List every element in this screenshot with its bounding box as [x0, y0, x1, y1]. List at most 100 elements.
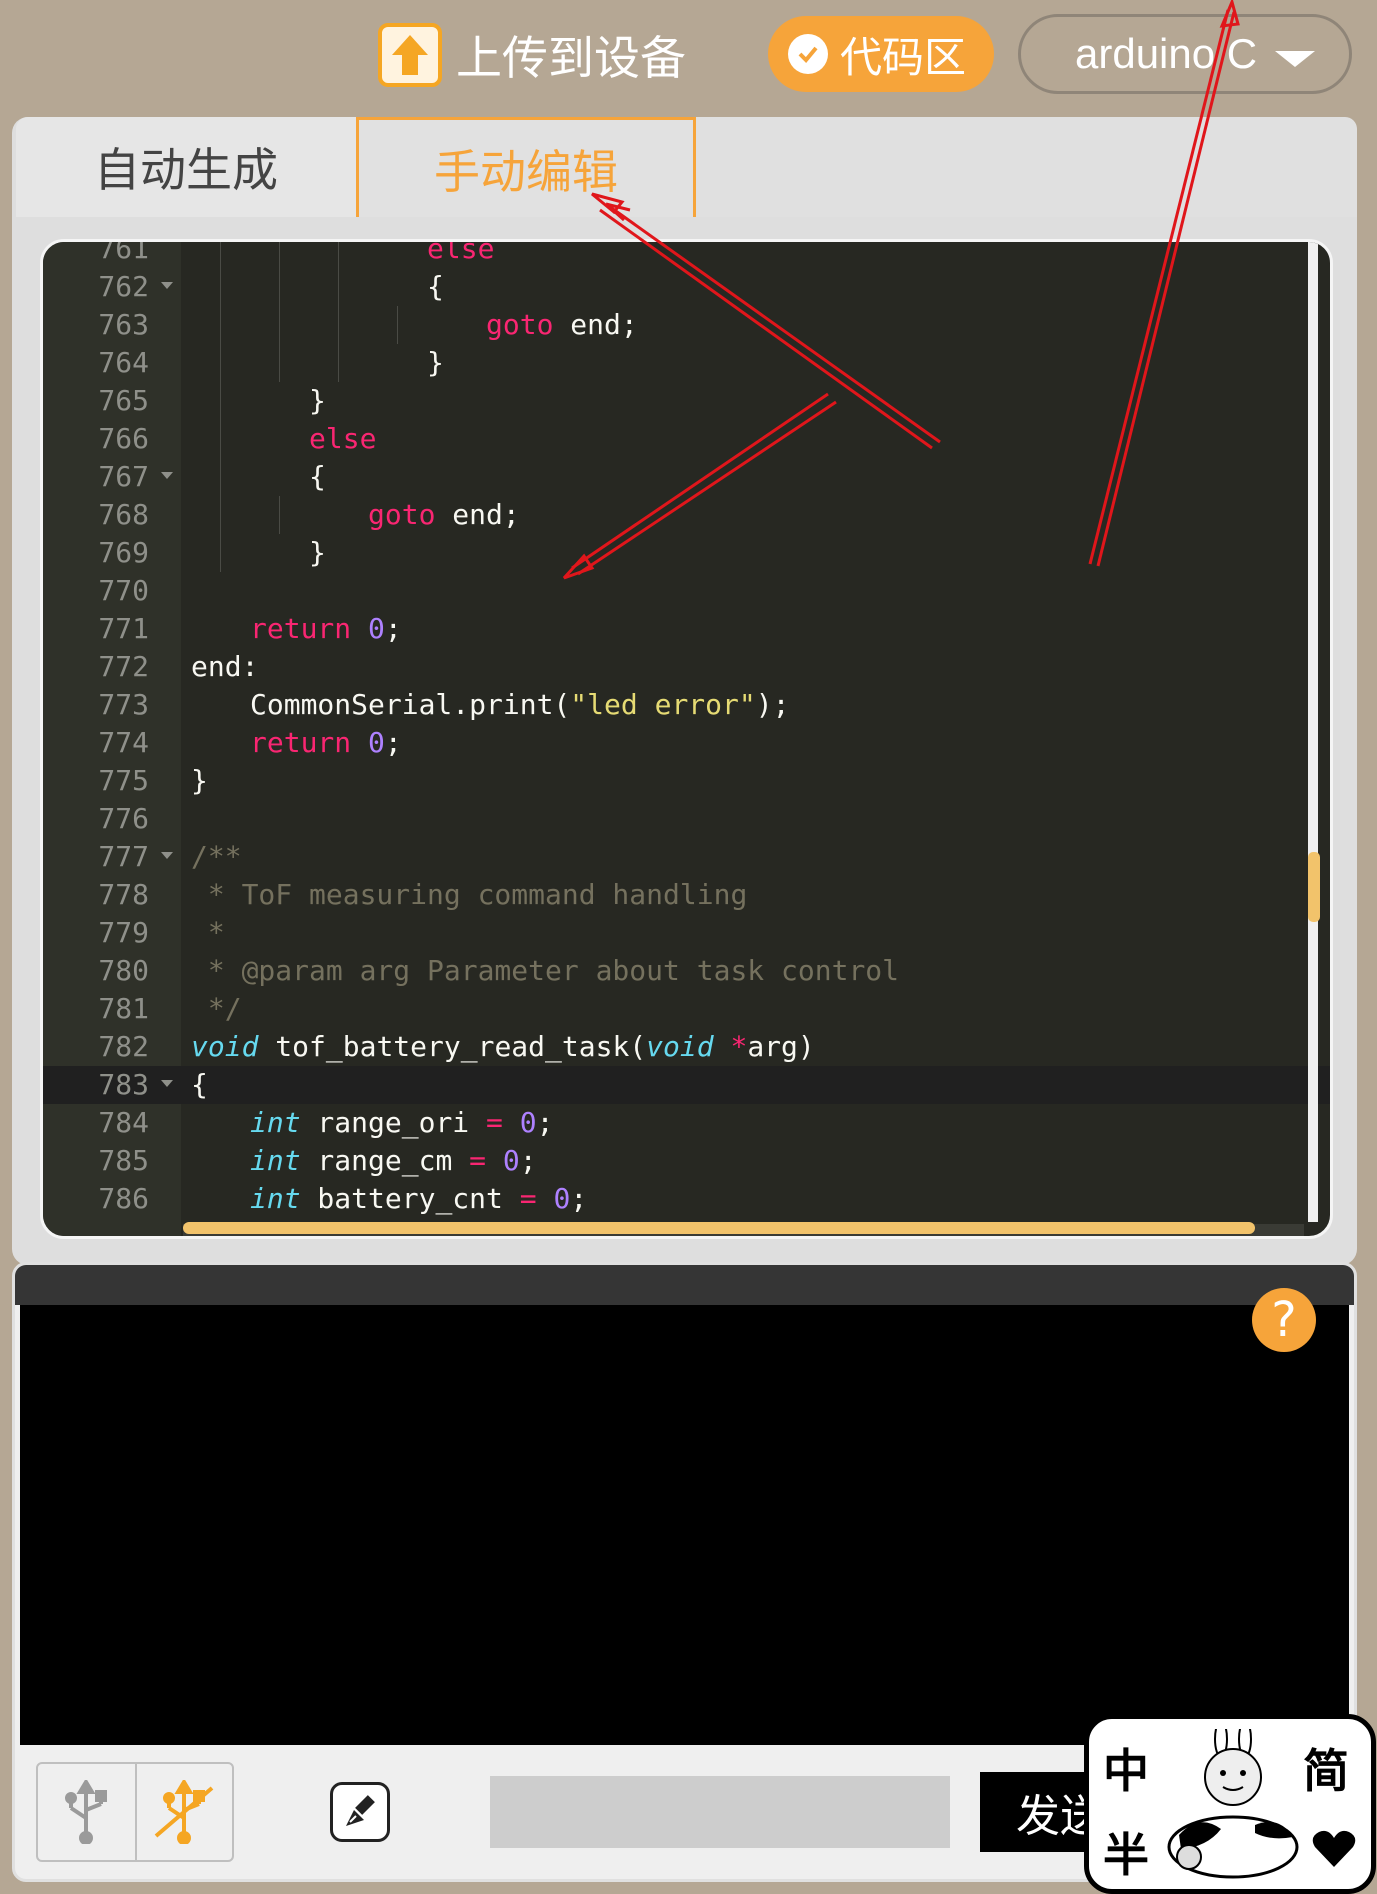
- help-button[interactable]: ?: [1252, 1288, 1316, 1352]
- code-line[interactable]: 776: [43, 800, 1330, 838]
- code-token: CommonSerial.print(: [250, 688, 571, 721]
- vertical-scrollbar-track[interactable]: [1308, 242, 1318, 1222]
- line-code: else: [427, 242, 494, 268]
- language-select[interactable]: arduino C: [1018, 14, 1352, 94]
- code-line[interactable]: 777 /**: [43, 838, 1330, 876]
- fold-toggle-icon[interactable]: [161, 852, 173, 859]
- line-code: *: [191, 914, 225, 952]
- line-number: 765: [98, 384, 149, 417]
- code-token: }: [309, 536, 326, 569]
- vertical-scrollbar-thumb[interactable]: [1308, 852, 1320, 922]
- tab-manual-edit[interactable]: 手动编辑: [356, 117, 696, 217]
- line-number: 776: [98, 802, 149, 835]
- code-token: void: [646, 1030, 714, 1063]
- line-code: goto end;: [368, 496, 520, 534]
- horizontal-scrollbar-thumb[interactable]: [183, 1222, 1255, 1234]
- code-token: range_cm: [300, 1144, 470, 1177]
- indent-guide: [220, 344, 221, 382]
- usb-connect-button[interactable]: [38, 1764, 135, 1860]
- code-lines: 761 else 762{763 goto end; 764} 765} 766 else 76…: [43, 239, 1330, 1218]
- code-line[interactable]: 778 * ToF measuring command handling: [43, 876, 1330, 914]
- ime-mode-chinese[interactable]: 中: [1103, 1735, 1149, 1801]
- code-line[interactable]: 780 * @param arg Parameter about task co…: [43, 952, 1330, 990]
- code-token: range_ori: [300, 1106, 487, 1139]
- line-number: 771: [98, 612, 149, 645]
- line-code: }: [309, 534, 326, 572]
- indent-guide: [279, 496, 280, 534]
- code-line[interactable]: 783 {: [43, 1066, 1330, 1104]
- code-token: ;: [570, 1182, 588, 1215]
- connection-toggle: [36, 1762, 234, 1862]
- code-line[interactable]: 774 return 0;: [43, 724, 1330, 762]
- code-token: =: [486, 1106, 503, 1139]
- usb-icon: [65, 1780, 108, 1844]
- check-icon: [788, 34, 828, 74]
- code-line[interactable]: 764}: [43, 344, 1330, 382]
- indent-guide: [220, 382, 221, 420]
- indent-guide: [220, 496, 221, 534]
- fold-toggle-icon[interactable]: [161, 282, 173, 289]
- ime-half-width[interactable]: 半: [1103, 1819, 1149, 1885]
- tab-bar-filler: [696, 117, 1357, 217]
- code-token: void: [191, 1030, 259, 1063]
- code-token: *: [191, 916, 225, 949]
- code-line[interactable]: 762 {: [43, 268, 1330, 306]
- code-line[interactable]: 769}: [43, 534, 1330, 572]
- line-number: 766: [98, 422, 149, 455]
- line-code: {: [309, 458, 326, 496]
- code-line[interactable]: 782 void tof_battery_read_task(void *arg): [43, 1028, 1330, 1066]
- console-header: [15, 1265, 1354, 1305]
- heart-icon[interactable]: [1311, 1829, 1357, 1869]
- code-line[interactable]: 763 goto end;: [43, 306, 1330, 344]
- code-line[interactable]: 761 else: [43, 239, 1330, 268]
- clear-console-button[interactable]: [330, 1782, 390, 1842]
- code-line[interactable]: 770: [43, 572, 1330, 610]
- code-line[interactable]: 781 */: [43, 990, 1330, 1028]
- upload-to-device-button[interactable]: 上传到设备: [378, 22, 686, 88]
- code-line[interactable]: 768 goto end;: [43, 496, 1330, 534]
- code-token: *: [730, 1030, 748, 1063]
- code-editor[interactable]: 761 else 762{763 goto end; 764} 765} 766 else 76…: [40, 239, 1333, 1239]
- line-number: 785: [98, 1144, 149, 1177]
- line-code: }: [427, 344, 444, 382]
- code-line[interactable]: 767 {: [43, 458, 1330, 496]
- code-line[interactable]: 765}: [43, 382, 1330, 420]
- line-number: 767: [98, 460, 149, 493]
- line-number: 763: [98, 308, 149, 341]
- line-number: 761: [98, 239, 149, 265]
- code-token: {: [191, 1068, 208, 1101]
- indent-guide: [338, 268, 339, 306]
- code-token: ;: [384, 612, 402, 645]
- line-number: 783: [98, 1068, 149, 1101]
- ime-toolbar-sticker[interactable]: 中 简 半: [1084, 1714, 1376, 1894]
- code-line[interactable]: 786 int battery_cnt = 0;: [43, 1180, 1330, 1218]
- line-code: */: [191, 990, 242, 1028]
- code-line[interactable]: 773 CommonSerial.print("led error");: [43, 686, 1330, 724]
- usb-disconnected-icon: [155, 1780, 214, 1844]
- code-line[interactable]: 779 *: [43, 914, 1330, 952]
- fold-toggle-icon[interactable]: [161, 1080, 173, 1087]
- code-area-toggle[interactable]: 代码区: [768, 16, 994, 92]
- line-code: int range_cm = 0;: [250, 1142, 537, 1180]
- line-number: 777: [98, 840, 149, 873]
- code-line[interactable]: 766 else: [43, 420, 1330, 458]
- code-line[interactable]: 771 return 0;: [43, 610, 1330, 648]
- ime-simplified[interactable]: 简: [1303, 1735, 1349, 1801]
- fold-toggle-icon[interactable]: [161, 472, 173, 479]
- code-line[interactable]: 784 int range_ori = 0;: [43, 1104, 1330, 1142]
- code-line[interactable]: 785 int range_cm = 0;: [43, 1142, 1330, 1180]
- code-token: return: [250, 726, 352, 759]
- usb-disconnect-button[interactable]: [134, 1764, 232, 1860]
- code-token: );: [755, 688, 790, 721]
- line-code: end:: [191, 648, 258, 686]
- upload-arrow-icon: [378, 23, 442, 87]
- code-token: ;: [384, 726, 402, 759]
- code-line[interactable]: 775}: [43, 762, 1330, 800]
- line-number: 781: [98, 992, 149, 1025]
- code-line[interactable]: 772 end:: [43, 648, 1330, 686]
- serial-send-input[interactable]: [490, 1776, 950, 1848]
- tab-auto-generate[interactable]: 自动生成: [16, 117, 356, 217]
